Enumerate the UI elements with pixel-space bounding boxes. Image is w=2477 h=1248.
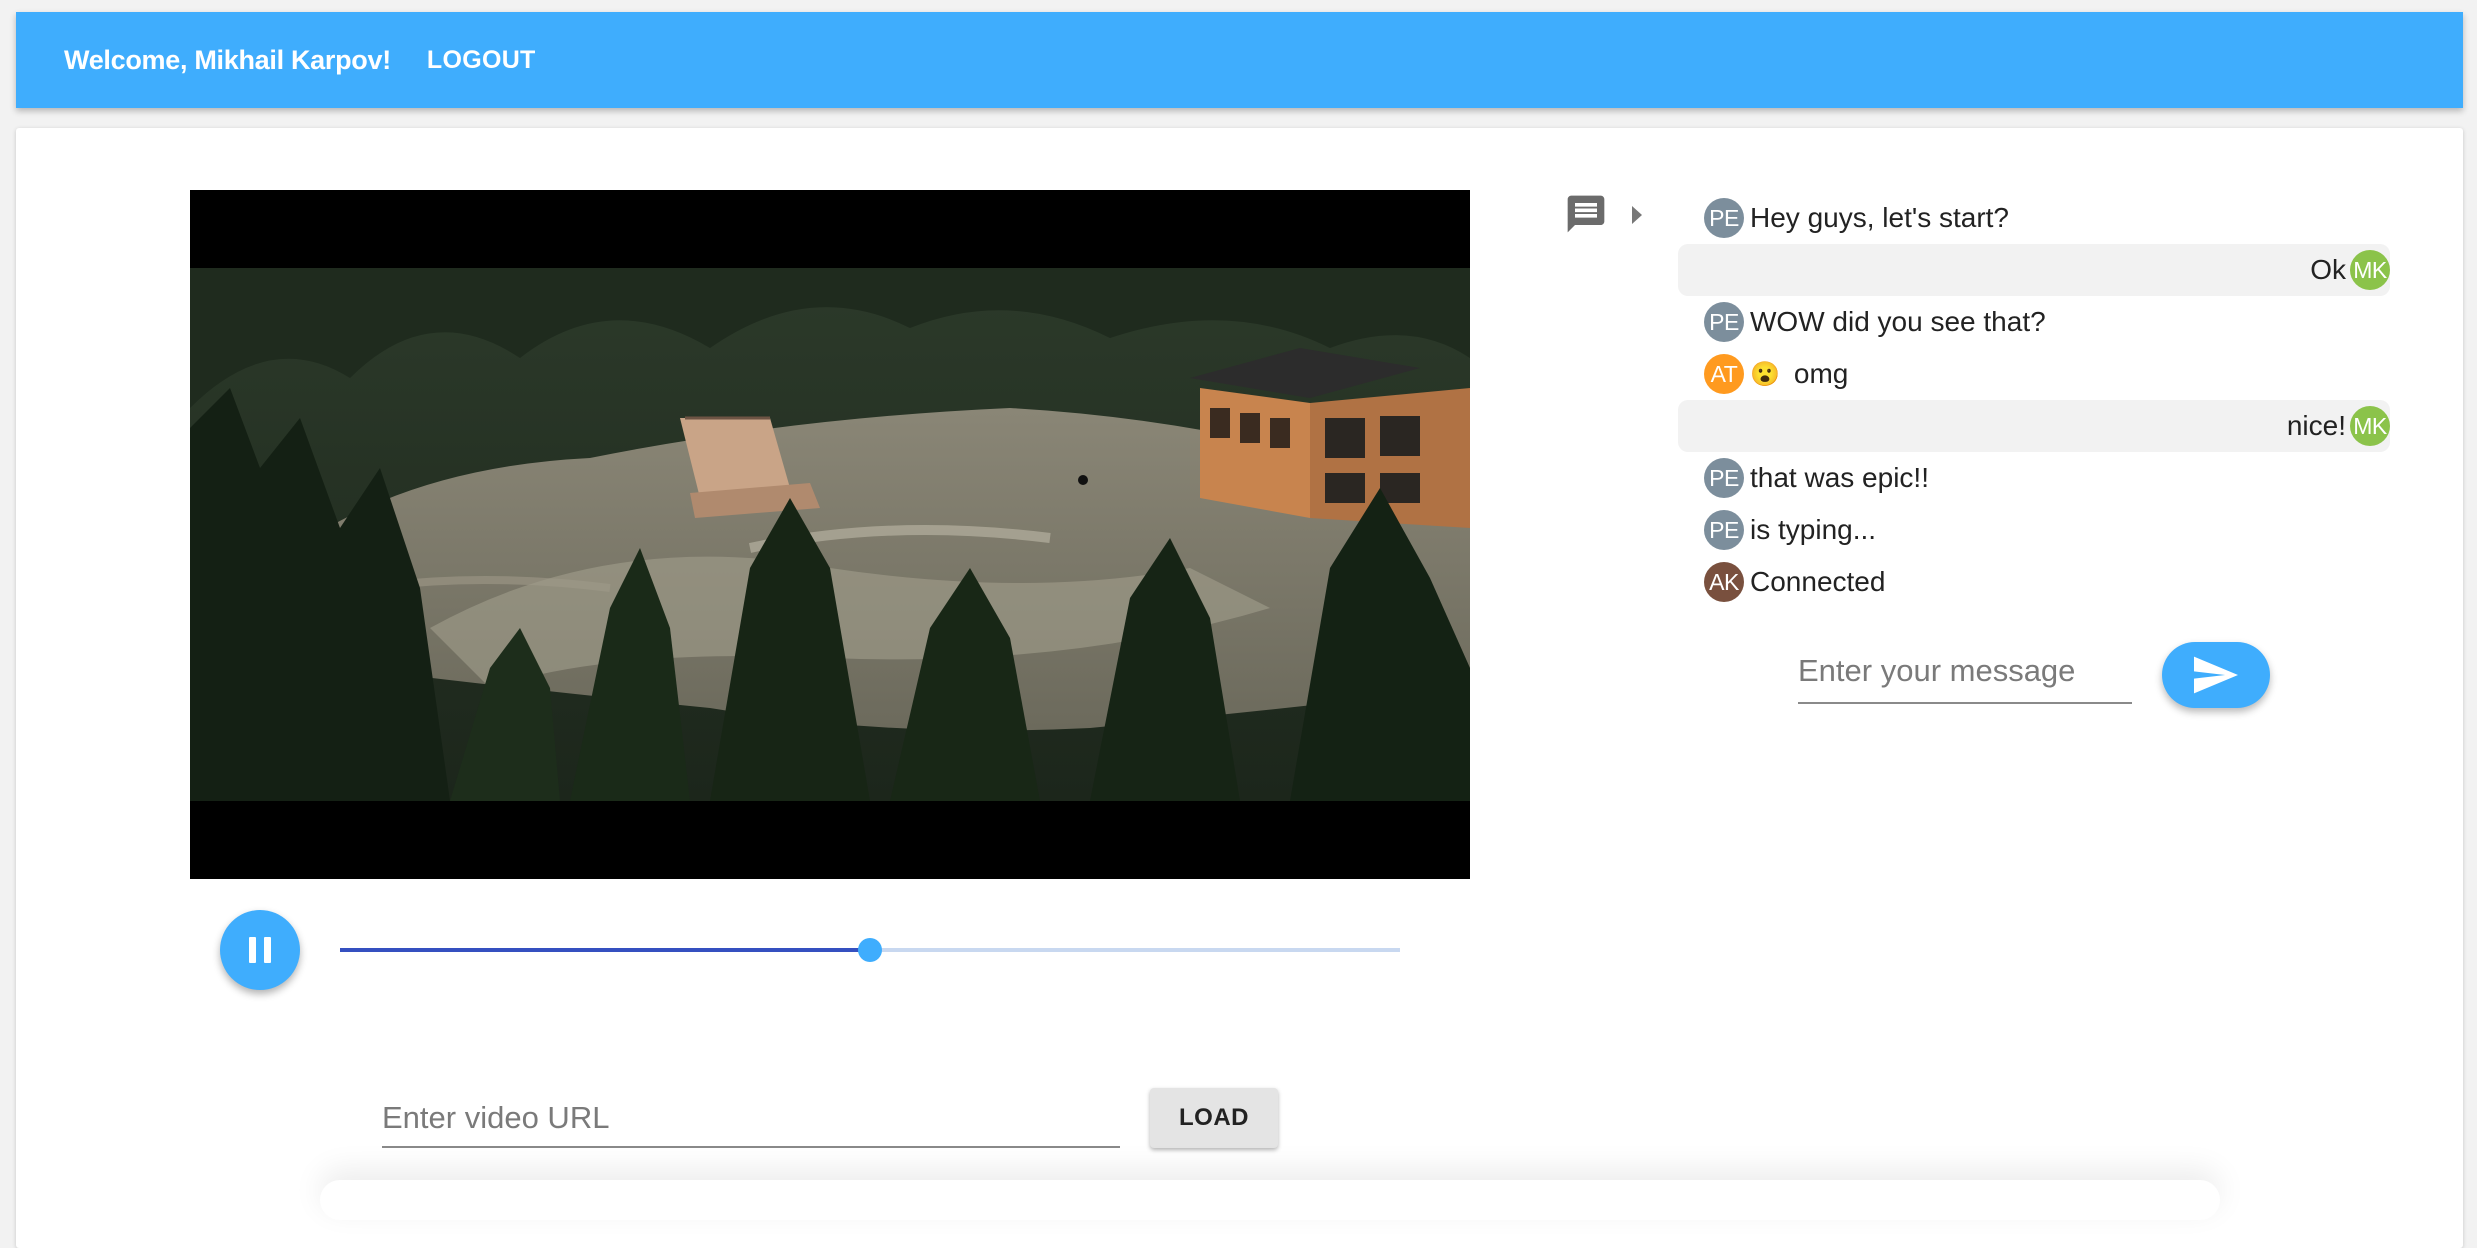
chat-message-icon[interactable] (1564, 192, 1608, 236)
chat-message: AT 😮 omg (1678, 348, 2390, 400)
chat-message: PE that was epic!! (1678, 452, 2390, 504)
avatar: PE (1704, 302, 1744, 342)
chat-message-text: Connected (1750, 566, 1886, 597)
avatar: AK (1704, 562, 1744, 602)
chat-message: PE is typing... (1678, 504, 2390, 556)
caret-right-icon[interactable] (1630, 204, 1644, 226)
emoji-icon: 😮 (1750, 360, 1780, 388)
avatar: MK (2350, 250, 2390, 290)
video-player[interactable] (190, 190, 1470, 879)
video-url-input[interactable] (382, 1090, 1120, 1148)
welcome-text: Welcome, Mikhail Karpov! (64, 44, 391, 75)
chat-message-text: Ok (2310, 254, 2346, 285)
chat-message: nice! MK (1678, 400, 2390, 452)
logout-button[interactable]: LOGOUT (427, 40, 536, 81)
bottom-panel (320, 1180, 2220, 1220)
chat-message-text: WOW did you see that? (1750, 306, 2046, 337)
avatar: PE (1704, 458, 1744, 498)
chat-message: PE Hey guys, let's start? (1678, 192, 2390, 244)
chat-message: Ok MK (1678, 244, 2390, 296)
slider-fill (340, 948, 870, 952)
avatar: PE (1704, 198, 1744, 238)
chat-message-text: Hey guys, let's start? (1750, 202, 2009, 233)
slider-thumb[interactable] (858, 938, 882, 962)
pause-icon-bar (264, 937, 271, 963)
send-button[interactable] (2162, 642, 2270, 708)
chat-message: PE WOW did you see that? (1678, 296, 2390, 348)
send-icon (2194, 656, 2238, 694)
avatar: PE (1704, 510, 1744, 550)
video-seek-slider[interactable] (340, 930, 1400, 970)
chat-message-text: omg (1793, 358, 1849, 389)
avatar: MK (2350, 406, 2390, 446)
video-frame (190, 268, 1470, 801)
pause-icon (249, 937, 256, 963)
message-input[interactable] (1798, 640, 2132, 704)
chat-message-text: is typing... (1750, 514, 1877, 545)
chat-message-text: that was epic!! (1750, 462, 1929, 493)
load-button[interactable]: LOAD (1150, 1088, 1278, 1148)
avatar: AT (1704, 354, 1744, 394)
app-bar: Welcome, Mikhail Karpov! LOGOUT (16, 12, 2463, 108)
chat-message: AK Connected (1678, 556, 2390, 608)
chat-message-text: nice! (2286, 410, 2346, 441)
pause-button[interactable] (220, 910, 300, 990)
chat-message-list: PE Hey guys, let's start? Ok MK PE WOW did yo… (1678, 192, 2390, 608)
